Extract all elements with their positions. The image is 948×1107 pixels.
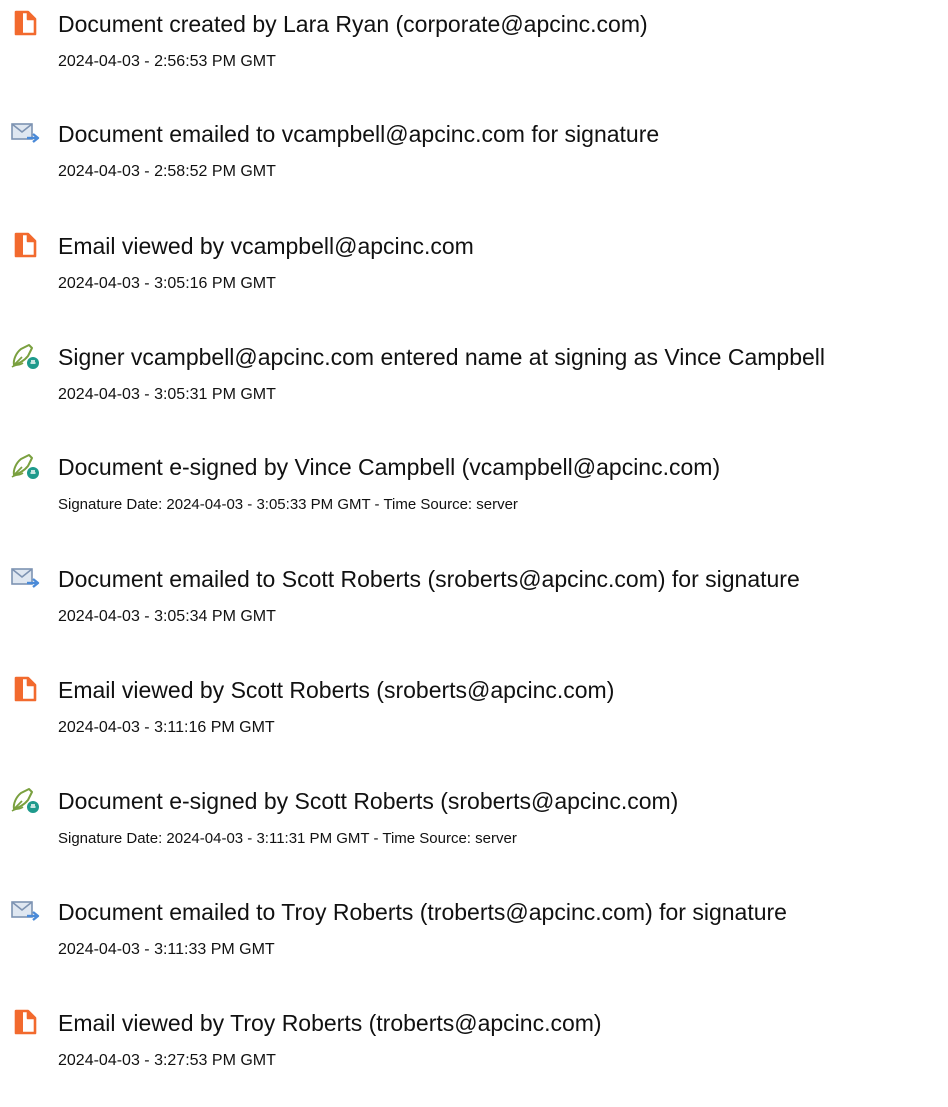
document-viewed-icon [10, 230, 40, 260]
email-sent-icon [10, 563, 40, 593]
event-document-emailed: Document emailed to Troy Roberts (trober… [0, 896, 948, 996]
signature-date: Signature Date: 2024-04-03 - 3:11:31 PM … [58, 830, 517, 847]
e-sign-pen-icon [10, 341, 40, 371]
event-description: Document created by Lara Ryan (corporate… [58, 11, 648, 37]
event-description: Document emailed to vcampbell@apcinc.com… [58, 121, 660, 147]
event-timestamp: 2024-04-03 - 3:05:16 PM GMT [58, 275, 276, 292]
event-timestamp: 2024-04-03 - 3:11:33 PM GMT [58, 941, 275, 958]
event-description: Document e-signed by Vince Campbell (vca… [58, 454, 721, 480]
event-timestamp: 2024-04-03 - 2:58:52 PM GMT [58, 163, 276, 180]
event-timestamp: 2024-04-03 - 2:56:53 PM GMT [58, 53, 276, 70]
audit-trail-log: Document created by Lara Ryan (corporate… [0, 0, 948, 1105]
event-email-viewed: Email viewed by Scott Roberts (sroberts@… [0, 674, 948, 774]
event-description: Document emailed to Scott Roberts (srobe… [58, 566, 800, 592]
event-description: Email viewed by Scott Roberts (sroberts@… [58, 677, 615, 703]
event-description: Email viewed by vcampbell@apcinc.com [58, 233, 474, 259]
event-timestamp: 2024-04-03 - 3:11:16 PM GMT [58, 719, 275, 736]
event-description: Document e-signed by Scott Roberts (srob… [58, 788, 679, 814]
e-sign-pen-icon [10, 785, 40, 815]
document-viewed-icon [10, 674, 40, 704]
event-document-e-signed: Document e-signed by Scott Roberts (srob… [0, 785, 948, 885]
event-timestamp: 2024-04-03 - 3:05:34 PM GMT [58, 608, 276, 625]
document-created-icon [10, 8, 40, 38]
document-viewed-icon [10, 1007, 40, 1037]
event-description: Signer vcampbell@apcinc.com entered name… [58, 344, 825, 370]
signature-date: Signature Date: 2024-04-03 - 3:05:33 PM … [58, 496, 518, 513]
email-sent-icon [10, 896, 40, 926]
event-signer-name-entered: Signer vcampbell@apcinc.com entered name… [0, 341, 948, 441]
event-timestamp: 2024-04-03 - 3:05:31 PM GMT [58, 386, 276, 403]
event-document-e-signed: Document e-signed by Vince Campbell (vca… [0, 451, 948, 551]
event-email-viewed: Email viewed by Troy Roberts (troberts@a… [0, 1007, 948, 1107]
event-document-emailed: Document emailed to vcampbell@apcinc.com… [0, 118, 948, 218]
event-document-emailed: Document emailed to Scott Roberts (srobe… [0, 563, 948, 663]
event-description: Document emailed to Troy Roberts (trober… [58, 899, 787, 925]
event-email-viewed: Email viewed by vcampbell@apcinc.com 202… [0, 230, 948, 330]
e-sign-pen-icon [10, 451, 40, 481]
email-sent-icon [10, 118, 40, 148]
event-description: Email viewed by Troy Roberts (troberts@a… [58, 1010, 602, 1036]
event-document-created: Document created by Lara Ryan (corporate… [0, 8, 948, 108]
event-timestamp: 2024-04-03 - 3:27:53 PM GMT [58, 1052, 276, 1069]
